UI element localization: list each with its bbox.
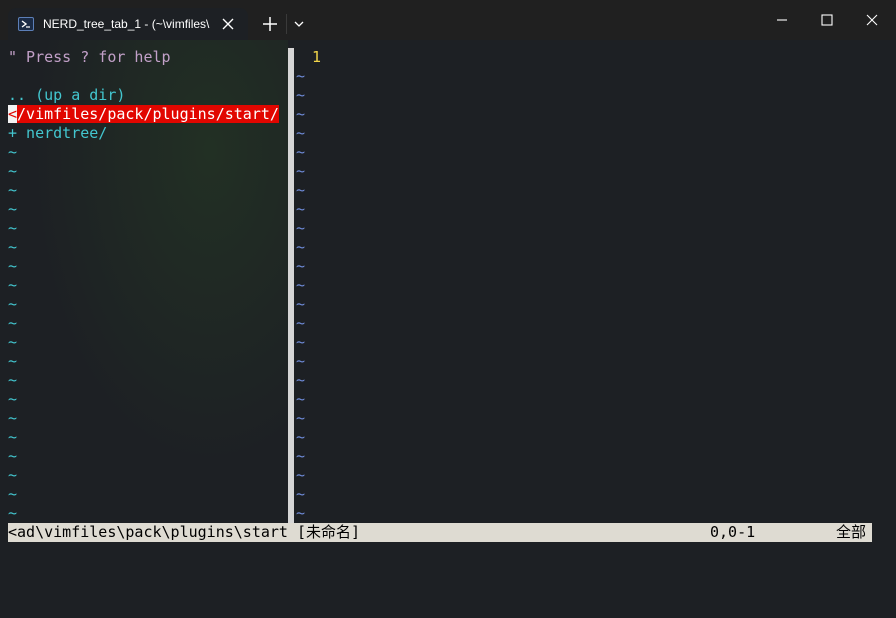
cursor-position: 0,0-1 xyxy=(710,523,756,541)
tilde-filler: ~ xyxy=(296,485,306,503)
tilde-filler: ~ xyxy=(296,352,306,370)
tilde-filler: ~ xyxy=(8,200,18,218)
tilde-filler: ~ xyxy=(296,124,306,142)
tab-title: NERD_tree_tab_1 - (~\vimfiles\ xyxy=(43,17,210,31)
scroll-indicator: 全部 xyxy=(836,523,867,541)
current-dir-item[interactable]: </vimfiles/pack/plugins/start/ xyxy=(8,105,279,124)
tilde-filler: ~ xyxy=(296,314,306,332)
tilde-filler: ~ xyxy=(296,238,306,256)
tilde-filler: ~ xyxy=(296,276,306,294)
tilde-filler: ~ xyxy=(296,86,306,104)
tilde-filler: ~ xyxy=(296,181,306,199)
tilde-filler: ~ xyxy=(8,485,18,503)
tilde-filler: ~ xyxy=(8,466,18,484)
tilde-filler: ~ xyxy=(8,371,18,389)
plus-icon xyxy=(263,17,277,31)
minimize-icon xyxy=(777,19,787,21)
tilde-filler: ~ xyxy=(8,447,18,465)
tilde-filler: ~ xyxy=(296,390,306,408)
tilde-filler: ~ xyxy=(296,162,306,180)
tilde-filler: ~ xyxy=(296,447,306,465)
maximize-button[interactable] xyxy=(817,10,837,30)
tilde-filler: ~ xyxy=(296,257,306,275)
terminal-area[interactable]: " Press ? for help .. (up a dir) </vimfi… xyxy=(0,40,896,569)
tilde-filler: ~ xyxy=(8,162,18,180)
tilde-filler: ~ xyxy=(296,67,306,85)
toolbar-divider xyxy=(286,14,287,34)
current-dir-path: /vimfiles/pack/plugins/start/ xyxy=(17,105,279,123)
tilde-filler: ~ xyxy=(8,409,18,427)
tab-nerdtree[interactable]: NERD_tree_tab_1 - (~\vimfiles\ xyxy=(8,8,248,40)
tilde-filler: ~ xyxy=(8,504,18,522)
tilde-filler: ~ xyxy=(296,105,306,123)
tilde-filler: ~ xyxy=(8,333,18,351)
tilde-filler: ~ xyxy=(296,295,306,313)
tilde-filler: ~ xyxy=(296,466,306,484)
status-line: <ad\vimfiles\pack\plugins\start [未命名] 0,… xyxy=(8,523,872,542)
tab-dropdown-button[interactable] xyxy=(290,8,308,38)
nerdtree-pane[interactable]: " Press ? for help .. (up a dir) </vimfi… xyxy=(0,40,288,523)
tilde-filler: ~ xyxy=(296,333,306,351)
vertical-split-divider[interactable] xyxy=(288,48,296,523)
chevron-down-icon xyxy=(294,21,304,27)
tree-entry-nerdtree[interactable]: + nerdtree/ xyxy=(8,124,107,143)
tab-close-icon[interactable] xyxy=(220,16,236,32)
tilde-filler: ~ xyxy=(8,238,18,256)
tilde-filler: ~ xyxy=(296,428,306,446)
tilde-filler: ~ xyxy=(296,200,306,218)
cursor: < xyxy=(8,105,18,123)
title-bar: NERD_tree_tab_1 - (~\vimfiles\ xyxy=(0,0,896,40)
tilde-filler: ~ xyxy=(8,276,18,294)
maximize-icon xyxy=(821,14,833,26)
tilde-filler: ~ xyxy=(8,219,18,237)
line-number: 1 xyxy=(312,48,322,66)
close-icon xyxy=(866,14,878,26)
tilde-filler: ~ xyxy=(296,504,306,522)
up-dir-item[interactable]: .. (up a dir) xyxy=(8,86,125,105)
tilde-filler: ~ xyxy=(296,219,306,237)
split-bar xyxy=(288,48,294,523)
tilde-filler: ~ xyxy=(8,295,18,313)
status-path: <ad\vimfiles\pack\plugins\start [未命名] xyxy=(8,523,361,541)
tilde-filler: ~ xyxy=(8,352,18,370)
tilde-filler: ~ xyxy=(296,143,306,161)
editor-pane[interactable]: 1 ~ ~ ~ ~ ~ ~ ~ ~ ~ ~ ~ ~ ~ ~ ~ ~ ~ ~ ~ ~ ~ ~ ~ ~ xyxy=(296,40,896,523)
tilde-filler: ~ xyxy=(8,428,18,446)
tilde-filler: ~ xyxy=(8,390,18,408)
minimize-button[interactable] xyxy=(772,10,792,30)
help-line: " Press ? for help xyxy=(8,48,171,66)
tilde-filler: ~ xyxy=(8,181,18,199)
close-window-button[interactable] xyxy=(862,10,882,30)
tilde-filler: ~ xyxy=(296,409,306,427)
new-tab-button[interactable] xyxy=(258,8,282,38)
tilde-filler: ~ xyxy=(296,371,306,389)
powershell-icon xyxy=(18,17,34,31)
tilde-filler: ~ xyxy=(8,143,18,161)
tilde-filler: ~ xyxy=(8,314,18,332)
tilde-filler: ~ xyxy=(8,257,18,275)
